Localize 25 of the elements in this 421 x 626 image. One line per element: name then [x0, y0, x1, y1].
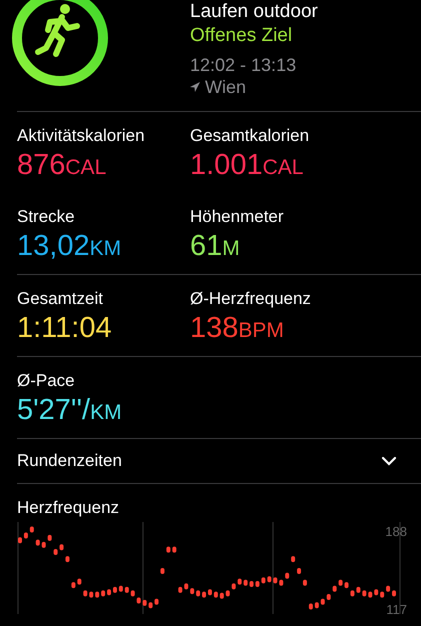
running-figure-icon — [10, 0, 110, 88]
metric-label: Strecke — [17, 206, 76, 228]
metric-value: 1:11:04 — [17, 311, 113, 345]
chevron-icon — [381, 456, 397, 466]
metric-value: 876CAL — [17, 148, 108, 183]
section-title: Herzfrequenz — [17, 498, 120, 518]
workout-time: 12:02 - 13:13 — [190, 54, 298, 76]
metric-value: 138BPM — [190, 311, 285, 346]
workout-location: Wien — [205, 76, 246, 98]
scale-label: 117 — [386, 602, 407, 617]
workout-title: Laufen outdoor — [190, 0, 318, 24]
metric-value: 61M — [190, 229, 241, 264]
location-arrow-icon — [190, 82, 200, 92]
metric-label: Höhenmeter — [190, 206, 285, 228]
laps-row[interactable]: Rundenzeiten — [0, 439, 421, 483]
metric-label: Gesamtzeit — [17, 288, 104, 310]
metric-label: Aktivitätskalorien — [17, 125, 146, 147]
metric-value: 1.001CAL — [190, 148, 304, 183]
metric-label: Ø-Herzfrequenz — [190, 288, 312, 310]
metric-value: 13,02KM — [17, 229, 122, 264]
metric-label: Ø-Pace — [17, 370, 76, 392]
workout-goal: Offenes Ziel — [190, 24, 294, 48]
scale-label: 188 — [385, 524, 407, 539]
metric-label: Gesamtkalorien — [190, 125, 310, 147]
metric-value: 5'27''/KM — [17, 393, 123, 428]
